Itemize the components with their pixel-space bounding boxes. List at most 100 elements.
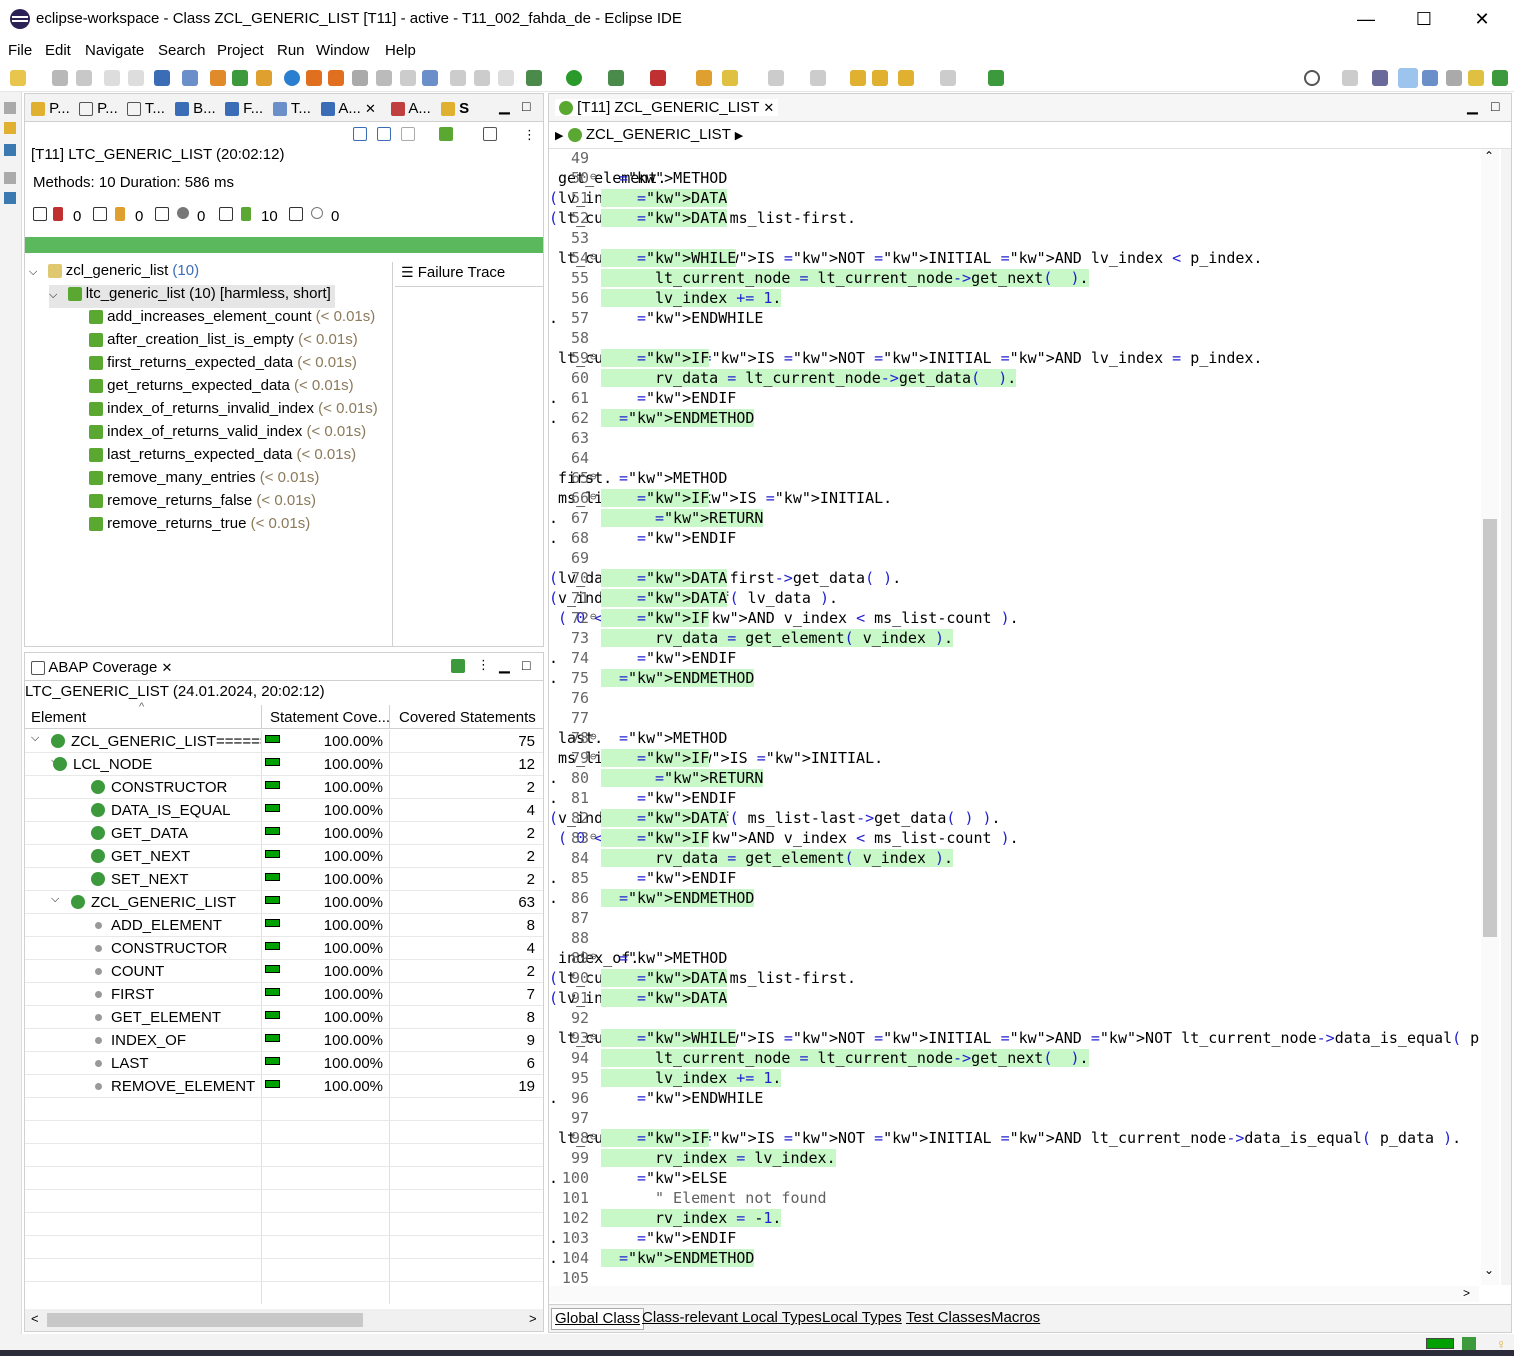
coverage-row[interactable]: GET_ELEMENT 100.00% 8 bbox=[25, 1006, 543, 1029]
tab-atc[interactable]: A... bbox=[391, 100, 431, 117]
save-icon[interactable] bbox=[52, 70, 68, 86]
menu-help[interactable]: Help bbox=[385, 42, 416, 59]
external-tools-icon[interactable] bbox=[650, 70, 666, 86]
tab-local-types[interactable]: Local Types bbox=[819, 1308, 905, 1330]
prev-annotation-icon[interactable] bbox=[810, 70, 826, 86]
restore-icon[interactable] bbox=[4, 102, 16, 114]
tab-bookmarks[interactable]: B... bbox=[175, 100, 216, 117]
code-line[interactable]: 101 " Element not found bbox=[549, 1189, 1479, 1209]
tab-search[interactable]: S bbox=[441, 100, 469, 117]
code-line[interactable]: 73 rv_data = get_element( v_index ). bbox=[549, 629, 1479, 649]
restore-icon[interactable] bbox=[4, 172, 16, 184]
code-line[interactable]: 60 rv_data = lt_current_node->get_data( )… bbox=[549, 369, 1479, 389]
open-task-icon[interactable] bbox=[722, 70, 738, 86]
expand-icon[interactable]: ⌵ bbox=[49, 289, 57, 301]
code-line[interactable]: 67 ="kw">RETURN. bbox=[549, 509, 1479, 529]
code-line[interactable]: 91="kw">DATA(lv_index) = 0. bbox=[549, 989, 1479, 1009]
code-line[interactable]: 50 ⊖ ="kw">METHOD get_element. bbox=[549, 169, 1479, 189]
tab-tasks[interactable]: T... bbox=[127, 100, 165, 117]
tab-abap-coverage[interactable]: ABAP Coverage ✕ bbox=[31, 659, 172, 676]
test-method-item[interactable]: after_creation_list_is_empty (< 0.01s) bbox=[89, 331, 358, 354]
test-method-item[interactable]: remove_returns_true (< 0.01s) bbox=[89, 515, 310, 538]
tab-transport[interactable]: T... bbox=[273, 100, 311, 117]
minimize-editor-button[interactable]: ▁ bbox=[1467, 98, 1478, 115]
fold-icon[interactable]: ⊖ bbox=[590, 1130, 597, 1143]
code-line[interactable]: 92 bbox=[549, 1009, 1479, 1029]
minimize-view-button[interactable]: ▁ bbox=[499, 98, 510, 115]
code-line[interactable]: 59⊖="kw">IF lt_current_node ="kw">IS ="k… bbox=[549, 349, 1479, 369]
java-perspective-icon[interactable] bbox=[1468, 70, 1484, 86]
history-icon[interactable] bbox=[483, 127, 497, 141]
code-line[interactable]: 70="kw">DATA(lv_data) = ms_list-first->g… bbox=[549, 569, 1479, 589]
code-line[interactable]: 56 lv_index += 1. bbox=[549, 289, 1479, 309]
forward-icon[interactable] bbox=[940, 70, 956, 86]
test-method-item[interactable]: add_increases_element_count (< 0.01s) bbox=[89, 308, 375, 331]
fold-icon[interactable]: ⊖ bbox=[590, 750, 597, 763]
last-edit-icon[interactable] bbox=[850, 70, 866, 86]
debug-perspective-icon[interactable] bbox=[1422, 70, 1438, 86]
menu-run[interactable]: Run bbox=[277, 42, 305, 59]
link-icon[interactable] bbox=[182, 70, 198, 86]
tree-test-class[interactable]: ⌵ ltc_generic_list (10) [harmless, short… bbox=[49, 285, 335, 308]
where-used-icon[interactable] bbox=[352, 70, 368, 86]
search-icon[interactable] bbox=[1304, 70, 1320, 86]
fold-icon[interactable]: ⊖ bbox=[590, 830, 597, 843]
code-line[interactable]: 71="kw">DATA(v_index) = index_of( lv_dat… bbox=[549, 589, 1479, 609]
code-line[interactable]: 72⊖="kw">IF ( 0 <= v_index ="kw">AND v_i… bbox=[549, 609, 1479, 629]
code-line[interactable]: 96 ="kw">ENDWHILE. bbox=[549, 1089, 1479, 1109]
maximize-editor-button[interactable]: □ bbox=[1491, 98, 1499, 114]
coverage-row[interactable]: CONSTRUCTOR 100.00% 2 bbox=[25, 776, 543, 799]
coverage-options-icon[interactable] bbox=[451, 659, 465, 673]
plugin-perspective-icon[interactable] bbox=[1492, 70, 1508, 86]
code-line[interactable]: 58 bbox=[549, 329, 1479, 349]
menu-navigate[interactable]: Navigate bbox=[85, 42, 144, 59]
maximize-view-button[interactable]: □ bbox=[522, 657, 530, 673]
editor-tab[interactable]: [T11] ZCL_GENERIC_LIST ✕ bbox=[555, 99, 779, 116]
coverage-row[interactable]: ⌵ ZCL_GENERIC_LIST======== 100.00% 75 bbox=[25, 730, 543, 753]
heap-status-icon[interactable] bbox=[1426, 1338, 1454, 1349]
code-line[interactable]: 64 bbox=[549, 449, 1479, 469]
tree-root[interactable]: ⌵ zcl_generic_list (10) bbox=[29, 262, 199, 285]
code-line[interactable]: 99 rv_index = lv_index. bbox=[549, 1149, 1479, 1169]
format-icon[interactable] bbox=[400, 70, 416, 86]
code-line[interactable]: 51="kw">DATA(lv_index) = 0. bbox=[549, 189, 1479, 209]
fold-icon[interactable]: ⊖ bbox=[590, 470, 597, 483]
expand-icon[interactable]: ⌵ bbox=[51, 893, 59, 906]
code-line[interactable]: 86 ="kw">ENDMETHOD. bbox=[549, 889, 1479, 909]
menu-window[interactable]: Window bbox=[316, 42, 369, 59]
minimize-button[interactable]: — bbox=[1346, 6, 1386, 32]
abap-perspective-icon[interactable] bbox=[1372, 70, 1388, 86]
test-method-item[interactable]: get_returns_expected_data (< 0.01s) bbox=[89, 377, 354, 400]
menu-search[interactable]: Search bbox=[158, 42, 206, 59]
tab-test-classes[interactable]: Test Classes bbox=[903, 1308, 994, 1330]
code-area[interactable]: 49 50 ⊖ ="kw">METHOD get_element. 51 ="kw">DA… bbox=[549, 149, 1479, 1285]
fold-icon[interactable]: ⊖ bbox=[590, 610, 597, 623]
code-line[interactable]: 62 ="kw">ENDMETHOD. bbox=[549, 409, 1479, 429]
code-line[interactable]: 55 lt_current_node = lt_current_node->get… bbox=[549, 269, 1479, 289]
close-tab-icon[interactable]: ✕ bbox=[763, 100, 774, 115]
fold-icon[interactable]: ⊖ bbox=[590, 350, 597, 363]
code-line[interactable]: 85 ="kw">ENDIF. bbox=[549, 869, 1479, 889]
breadcrumb[interactable]: ▶ ZCL_GENERIC_LIST ▶ bbox=[555, 126, 743, 143]
compare-icon[interactable] bbox=[422, 70, 438, 86]
project-explorer-icon[interactable] bbox=[4, 122, 16, 134]
close-tab-icon[interactable]: ✕ bbox=[365, 101, 376, 116]
code-line[interactable]: 82="kw">DATA(v_index) = index_of( ms_lis… bbox=[549, 809, 1479, 829]
scroll-right-icon[interactable]: > bbox=[1463, 1286, 1470, 1300]
code-line[interactable]: 97 bbox=[549, 1109, 1479, 1129]
test-method-item[interactable]: remove_returns_false (< 0.01s) bbox=[89, 492, 316, 515]
code-line[interactable]: 75 ="kw">ENDMETHOD. bbox=[549, 669, 1479, 689]
print-icon[interactable] bbox=[376, 70, 392, 86]
redo-icon[interactable] bbox=[128, 70, 144, 86]
expand-icon[interactable]: ⌵ bbox=[31, 732, 39, 745]
coverage-row[interactable]: GET_NEXT 100.00% 2 bbox=[25, 845, 543, 868]
next-annotation-icon[interactable] bbox=[768, 70, 784, 86]
tab-abap-unit[interactable]: A... ✕ bbox=[321, 100, 376, 117]
code-line[interactable]: 74 ="kw">ENDIF. bbox=[549, 649, 1479, 669]
rerun-icon[interactable] bbox=[439, 127, 453, 141]
test-method-item[interactable]: index_of_returns_valid_index (< 0.01s) bbox=[89, 423, 366, 446]
fold-icon[interactable]: ⊖ bbox=[590, 490, 597, 503]
scroll-left-icon[interactable]: < bbox=[31, 1311, 39, 1326]
test-method-item[interactable]: last_returns_expected_data (< 0.01s) bbox=[89, 446, 356, 469]
coverage-row[interactable]: COUNT 100.00% 2 bbox=[25, 960, 543, 983]
